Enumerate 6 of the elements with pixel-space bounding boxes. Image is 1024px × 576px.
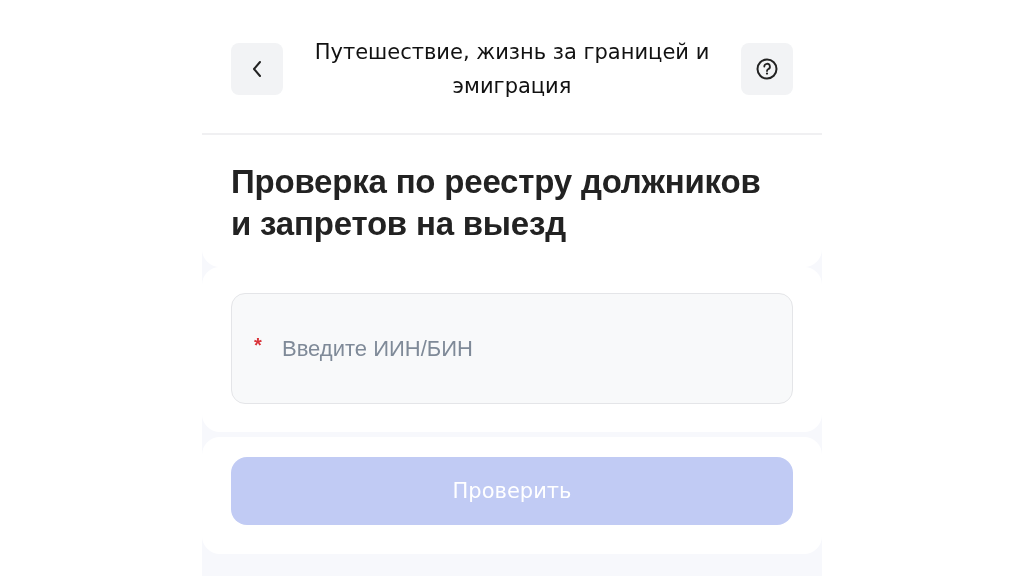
page-heading: Проверка по реестру должников и запретов на выезд [231,162,761,244]
required-mark: * [254,335,262,355]
chevron-left-icon [252,60,262,78]
help-button[interactable] [741,43,793,95]
question-circle-icon [756,58,778,80]
page-title: Путешествие, жизнь за границей и эмиграция [313,39,711,100]
